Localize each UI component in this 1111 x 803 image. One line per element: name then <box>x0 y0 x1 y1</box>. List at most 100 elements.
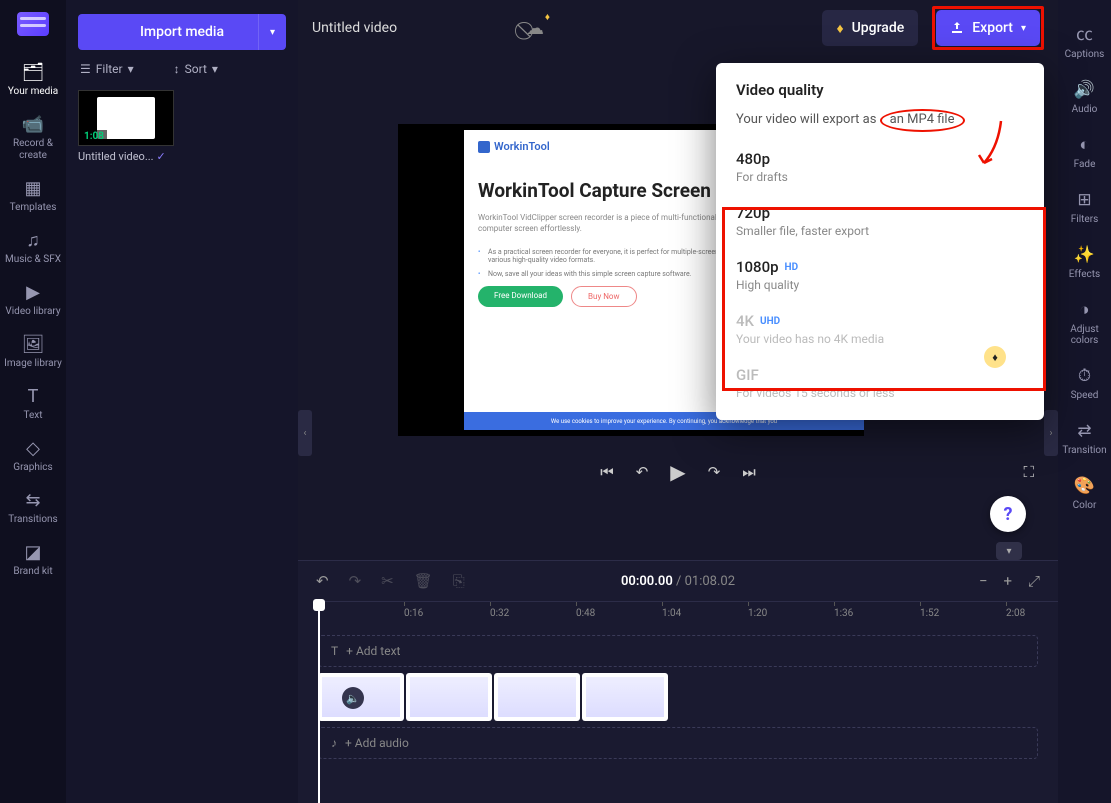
upgrade-button[interactable]: ♦Upgrade <box>822 10 918 46</box>
text-track[interactable]: T+ Add text <box>318 635 1038 667</box>
quality-option-1080p[interactable]: 1080pHDHigh quality <box>736 248 1024 302</box>
music-icon: ♪ <box>331 736 337 750</box>
video-track[interactable]: 🔈 <box>318 673 1038 721</box>
tool-filters[interactable]: ⊞Filters <box>1060 180 1110 235</box>
rewind-5-icon[interactable]: ↶ <box>636 463 649 481</box>
nav-image-library[interactable]: 🖼Image library <box>3 328 63 380</box>
forward-5-icon[interactable]: ↷ <box>708 463 721 481</box>
add-audio-label: + Add audio <box>345 736 409 750</box>
timeline-clip[interactable] <box>406 673 492 721</box>
palette-icon: 🎨 <box>1060 476 1110 496</box>
quality-option-gif[interactable]: GIFFor videos 15 seconds or less <box>736 356 1024 410</box>
timeline-ruler[interactable]: 0:16 0:32 0:48 1:04 1:20 1:36 1:52 2:08 <box>318 601 1058 629</box>
ruler-tick: 2:08 <box>1006 608 1025 619</box>
playback-controls: ⏮ ↶ ▶ ↷ ⏭ ⛶ <box>298 456 1058 488</box>
camera-icon: 📹 <box>3 116 63 134</box>
tool-fade[interactable]: ◐Fade <box>1060 125 1110 180</box>
tool-captions[interactable]: ㏄Captions <box>1060 10 1110 70</box>
nav-your-media[interactable]: 🗂Your media <box>3 56 63 108</box>
tool-color[interactable]: 🎨Color <box>1060 466 1110 521</box>
redo-icon[interactable]: ↷ <box>349 572 362 590</box>
annotation-red-box: Export ▾ <box>932 6 1044 50</box>
tool-effects[interactable]: ✨ Effects <box>1060 235 1110 290</box>
dropdown-title: Video quality <box>736 81 1024 99</box>
diamond-icon: ♦ <box>836 20 843 37</box>
duplicate-icon[interactable]: ⎘ <box>453 572 465 590</box>
nav-video-library[interactable]: ▶Video library <box>3 276 63 328</box>
quality-option-720p[interactable]: 720pSmaller file, faster export <box>736 194 1024 248</box>
mute-icon[interactable]: 🔈 <box>342 687 364 709</box>
contrast-icon: ◑ <box>1060 300 1110 320</box>
audio-track[interactable]: ♪ + Add audio <box>318 727 1038 759</box>
upload-icon <box>950 21 964 35</box>
play-icon[interactable]: ▶ <box>670 460 685 484</box>
cloud-off-icon[interactable]: ☁⃠♦ <box>526 18 544 39</box>
captions-icon: ㏄ <box>1060 20 1110 45</box>
annotation-ellipse: an MP4 file <box>880 109 965 132</box>
sort-button[interactable]: ↕Sort▾ <box>174 62 218 76</box>
ruler-tick: 1:04 <box>662 608 681 619</box>
thumbnail-name: Untitled video...✓ <box>78 150 176 163</box>
chevron-down-icon[interactable]: ▾ <box>258 14 286 50</box>
nav-label: Record & create <box>3 138 63 162</box>
timeline-clip[interactable] <box>494 673 580 721</box>
split-icon[interactable]: ✂ <box>381 572 394 590</box>
tool-audio[interactable]: 🔊Audio <box>1060 70 1110 125</box>
ruler-tick: 1:52 <box>920 608 939 619</box>
quality-option-480p[interactable]: 480pFor drafts <box>736 140 1024 194</box>
music-icon: ♫ <box>3 232 63 250</box>
timeline: ↶ ↷ ✂ 🗑 ⎘ 00:00.00 / 01:08.02 − + ⤢ 0:16… <box>298 560 1058 803</box>
collapse-left-handle[interactable]: ‹ <box>298 410 312 456</box>
dropdown-subtitle: Your video will export as an MP4 file <box>736 109 1024 132</box>
timeline-clip[interactable] <box>582 673 668 721</box>
grid-icon: ▦ <box>3 180 63 198</box>
tool-speed[interactable]: ⏱Speed <box>1060 356 1110 411</box>
tool-transition[interactable]: ⇄Transition <box>1060 411 1110 466</box>
quality-option-4k[interactable]: 4KUHDYour video has no 4K media♦ <box>736 302 1024 356</box>
timeline-clip[interactable]: 🔈 <box>318 673 404 721</box>
delete-icon[interactable]: 🗑 <box>414 572 433 590</box>
skip-back-icon[interactable]: ⏮ <box>600 463 614 481</box>
project-title-input[interactable] <box>312 20 512 36</box>
collapse-right-handle[interactable]: › <box>1044 410 1058 456</box>
nav-templates[interactable]: ▦Templates <box>3 172 63 224</box>
media-thumbnail[interactable]: 1:08 Untitled video...✓ <box>78 90 176 163</box>
nav-text[interactable]: TText <box>3 380 63 432</box>
premium-diamond-icon: ♦ <box>984 346 1006 368</box>
add-text-label: + Add text <box>346 644 400 658</box>
nav-transitions[interactable]: ⇆Transitions <box>3 484 63 536</box>
help-button[interactable]: ? <box>990 496 1026 532</box>
nav-brand-kit[interactable]: ◪Brand kit <box>3 536 63 588</box>
chevron-down-icon: ▾ <box>1021 23 1026 34</box>
filter-button[interactable]: ☰Filter▾ <box>80 62 134 76</box>
export-button[interactable]: Export ▾ <box>936 10 1040 46</box>
left-nav: 🗂Your media 📹Record & create ▦Templates … <box>0 0 66 803</box>
tool-label: Filters <box>1071 214 1099 225</box>
tool-adjust-colors[interactable]: ◑Adjust colors <box>1060 290 1110 356</box>
tool-label: Effects <box>1069 269 1100 280</box>
nav-label: Text <box>3 410 63 422</box>
fullscreen-icon[interactable]: ⛶ <box>1023 463 1034 481</box>
check-icon: ✓ <box>157 150 166 163</box>
zoom-fit-icon[interactable]: ⤢ <box>1028 572 1040 590</box>
sort-icon: ↕ <box>174 62 180 76</box>
nav-graphics[interactable]: ◇ Graphics <box>3 432 63 484</box>
zoom-out-icon[interactable]: − <box>979 572 988 590</box>
skip-forward-icon[interactable]: ⏭ <box>742 463 756 481</box>
wand-icon: ✨ <box>1060 245 1110 265</box>
chevron-down-icon: ▾ <box>212 62 218 76</box>
nav-label: Music & SFX <box>3 254 63 266</box>
app-logo <box>17 12 49 36</box>
nav-label: Graphics <box>3 462 63 474</box>
import-media-button[interactable]: Import media ▾ <box>78 14 286 50</box>
undo-icon[interactable]: ↶ <box>316 572 329 590</box>
media-panel: Import media ▾ ☰Filter▾ ↕Sort▾ 1:08 Unti… <box>66 0 298 803</box>
nav-music-sfx[interactable]: ♫ Music & SFX <box>3 224 63 276</box>
nav-record-create[interactable]: 📹 Record & create <box>3 108 63 172</box>
collapse-down-icon[interactable]: ▾ <box>996 542 1022 560</box>
uhd-badge: UHD <box>760 316 780 327</box>
shapes-icon: ◇ <box>3 440 63 458</box>
topbar: ☁⃠♦ ♦Upgrade Export ▾ <box>298 0 1058 56</box>
filter-label: Filter <box>96 62 123 76</box>
zoom-in-icon[interactable]: + <box>1003 572 1012 590</box>
